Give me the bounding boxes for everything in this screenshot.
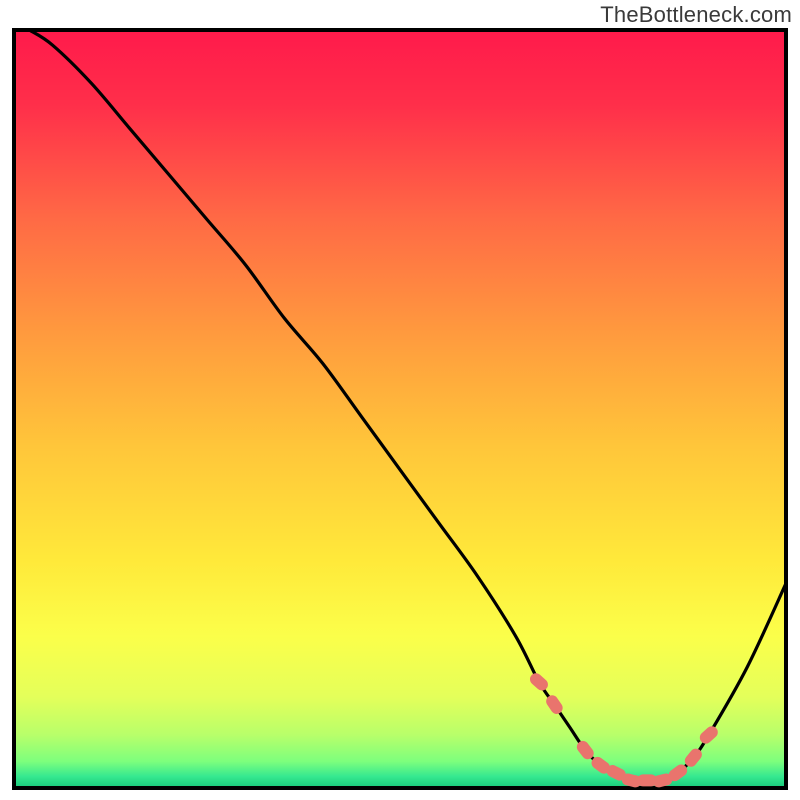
- chart-container: TheBottleneck.com: [0, 0, 800, 800]
- gradient-background: [14, 30, 786, 788]
- watermark-text: TheBottleneck.com: [600, 2, 792, 28]
- bottleneck-chart: [0, 0, 800, 800]
